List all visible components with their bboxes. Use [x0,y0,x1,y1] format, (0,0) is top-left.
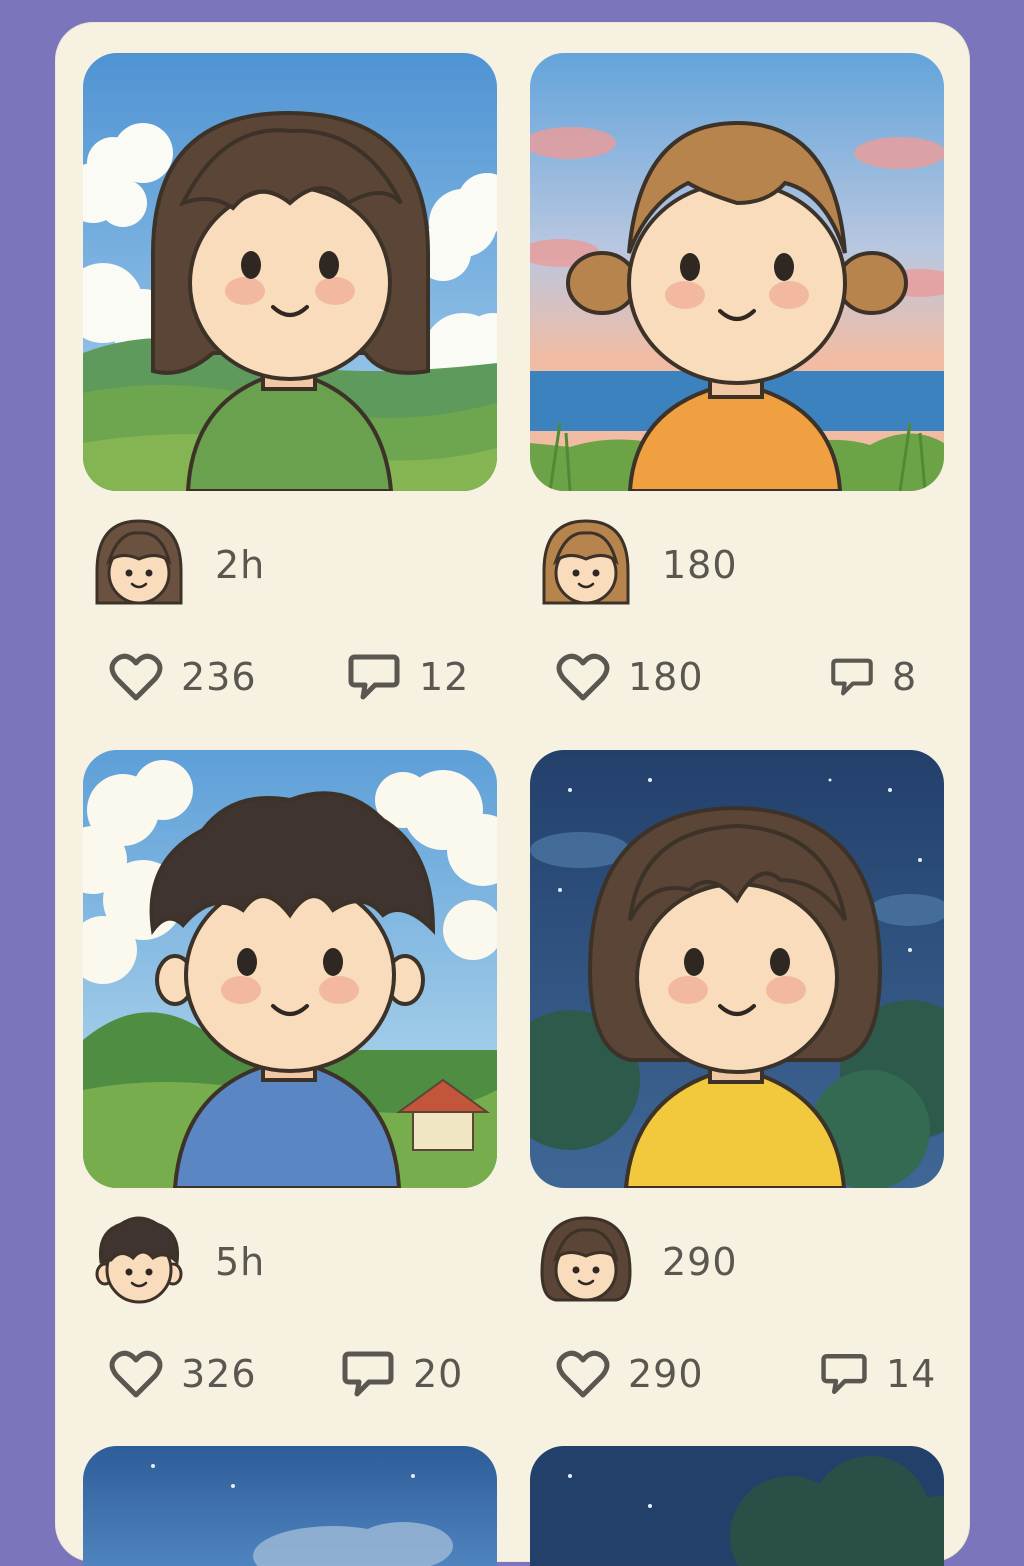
author-row[interactable]: 5h [91,1212,264,1308]
comment-button[interactable]: 20 [341,1346,463,1402]
post-image[interactable] [530,1446,944,1566]
feed-panel: 2h 236 12 180 180 8 5h 326 20 290 290 14 [55,22,970,1566]
like-count: 290 [628,1352,704,1396]
like-button[interactable]: 326 [109,1346,257,1402]
heart-icon [556,653,610,701]
post-time: 290 [662,1240,738,1284]
speech-bubble-icon [831,658,873,696]
like-count: 180 [628,655,704,699]
like-button[interactable]: 236 [109,649,257,705]
avatar[interactable] [91,515,187,611]
comment-count: 8 [892,655,918,699]
post-image[interactable] [83,53,497,491]
like-button[interactable]: 180 [556,649,704,705]
speech-bubble-icon [821,1354,867,1394]
post-image[interactable] [530,53,944,491]
speech-bubble-icon [348,654,400,700]
heart-icon [109,653,163,701]
avatar[interactable] [538,1212,634,1308]
post-image[interactable] [530,750,944,1188]
heart-icon [109,1350,163,1398]
avatar[interactable] [538,515,634,611]
author-row[interactable]: 290 [538,1212,737,1308]
author-row[interactable]: 2h [91,515,264,611]
heart-icon [556,1350,610,1398]
speech-bubble-icon [342,1351,394,1397]
like-count: 236 [181,655,257,699]
post-image[interactable] [83,750,497,1188]
like-count: 326 [181,1352,257,1396]
comment-button[interactable]: 8 [830,649,917,705]
comment-button[interactable]: 12 [347,649,469,705]
post-image[interactable] [83,1446,497,1566]
comment-count: 14 [886,1352,937,1396]
comment-button[interactable]: 14 [820,1346,936,1402]
post-time: 5h [215,1240,266,1284]
avatar[interactable] [91,1212,187,1308]
post-time: 2h [215,543,266,587]
like-button[interactable]: 290 [556,1346,704,1402]
post-time: 180 [662,543,738,587]
author-row[interactable]: 180 [538,515,737,611]
comment-count: 20 [413,1352,464,1396]
comment-count: 12 [419,655,470,699]
